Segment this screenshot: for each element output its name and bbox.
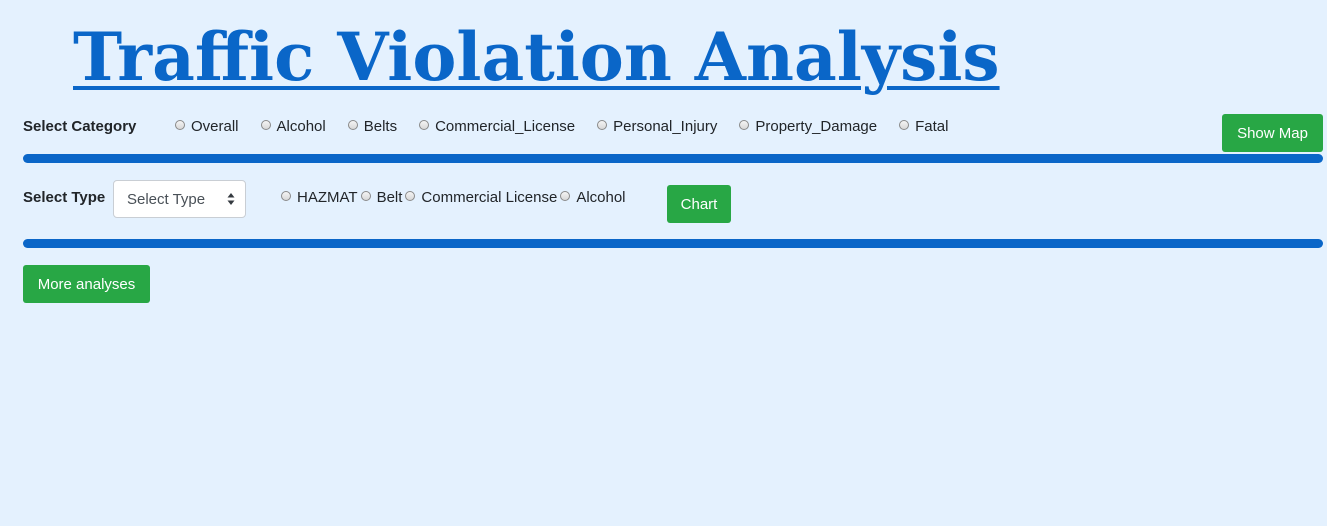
radio-commercial-license-label: Commercial_License [435, 118, 576, 135]
radio-circle-icon[interactable] [419, 119, 430, 130]
divider-bottom [23, 239, 1323, 248]
radio-belt[interactable]: Belt [360, 189, 403, 206]
radio-circle-icon[interactable] [281, 190, 291, 201]
select-type-label: Select Type [23, 189, 106, 206]
radio-alcohol-type[interactable]: Alcohol [560, 189, 626, 206]
select-category-label: Select Category [23, 118, 137, 135]
radio-hazmat[interactable]: HAZMAT [281, 189, 358, 206]
radio-commercial-license-type[interactable]: Commercial License [405, 189, 557, 206]
radio-personal-injury-label: Personal_Injury [613, 118, 718, 135]
radio-property-damage[interactable]: Property_Damage [739, 118, 877, 135]
category-radio-group: Overall Alcohol Belts Commercial_License… [175, 118, 970, 135]
radio-circle-icon[interactable] [899, 119, 910, 130]
radio-commercial-license-type-label: Commercial License [421, 189, 558, 206]
type-select[interactable]: Select Type [113, 180, 246, 218]
radio-personal-injury[interactable]: Personal_Injury [597, 118, 717, 135]
radio-commercial-license[interactable]: Commercial_License [419, 118, 575, 135]
radio-alcohol-type-label: Alcohol [576, 189, 626, 206]
radio-hazmat-label: HAZMAT [297, 189, 358, 206]
radio-belts[interactable]: Belts [347, 118, 398, 135]
radio-circle-icon[interactable] [597, 119, 608, 130]
radio-overall-label: Overall [191, 118, 239, 135]
divider-top [23, 154, 1323, 163]
radio-fatal-label: Fatal [915, 118, 949, 135]
radio-circle-icon[interactable] [360, 190, 371, 201]
chart-button[interactable]: Chart [667, 185, 731, 223]
radio-circle-icon[interactable] [175, 119, 185, 130]
radio-fatal[interactable]: Fatal [899, 118, 948, 135]
show-map-button[interactable]: Show Map [1222, 114, 1323, 152]
radio-circle-icon[interactable] [347, 119, 358, 130]
radio-circle-icon[interactable] [405, 190, 416, 201]
radio-alcohol[interactable]: Alcohol [260, 118, 326, 135]
radio-alcohol-label: Alcohol [276, 118, 326, 135]
select-arrows-icon [227, 193, 235, 205]
radio-overall[interactable]: Overall [175, 118, 239, 135]
radio-property-damage-label: Property_Damage [755, 118, 878, 135]
more-analyses-button[interactable]: More analyses [23, 265, 150, 303]
page-title-link[interactable]: Traffic Violation Analysis [73, 12, 1000, 102]
radio-belts-label: Belts [363, 118, 398, 135]
radio-circle-icon[interactable] [560, 190, 571, 201]
type-select-value: Select Type [127, 190, 206, 208]
radio-circle-icon[interactable] [739, 119, 750, 130]
type-radio-group: HAZMAT Belt Commercial License Alcohol [281, 189, 629, 206]
radio-belt-label: Belt [376, 189, 403, 206]
radio-circle-icon[interactable] [260, 119, 271, 130]
